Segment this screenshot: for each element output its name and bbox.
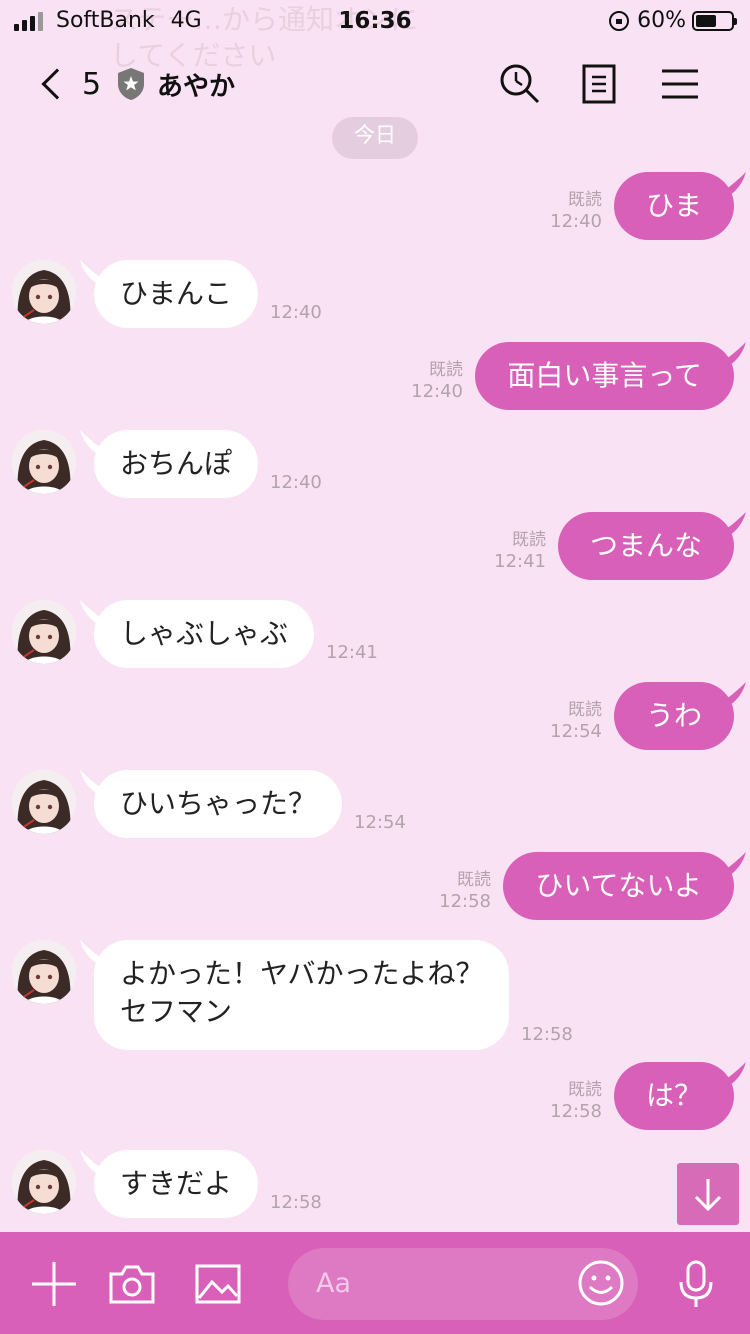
message-meta: 既読 12:54 bbox=[550, 700, 602, 742]
message-time: 12:54 bbox=[354, 812, 406, 833]
message-input[interactable]: Aa bbox=[288, 1248, 638, 1320]
input-toolbar: Aa bbox=[0, 1232, 750, 1334]
message-text-line: セフマン bbox=[120, 995, 233, 1028]
camera-icon[interactable] bbox=[108, 1260, 156, 1308]
message-time: 12:40 bbox=[270, 302, 322, 323]
battery-percent: 60% bbox=[637, 8, 686, 33]
plus-icon[interactable] bbox=[30, 1260, 78, 1308]
microphone-icon[interactable] bbox=[672, 1260, 720, 1308]
avatar[interactable] bbox=[12, 770, 76, 834]
chat-title: あやか bbox=[157, 72, 236, 102]
message-time: 12:41 bbox=[494, 551, 546, 572]
message-meta: 既読 12:41 bbox=[494, 530, 546, 572]
search-icon[interactable] bbox=[498, 62, 542, 106]
message-meta: 既読 12:40 bbox=[411, 360, 463, 402]
notes-icon[interactable] bbox=[578, 62, 622, 106]
read-receipt: 既読 bbox=[568, 700, 602, 720]
message-time: 12:58 bbox=[270, 1192, 322, 1213]
message-bubble[interactable]: ひま bbox=[613, 172, 734, 240]
read-receipt: 既読 bbox=[512, 530, 546, 550]
message-time: 12:58 bbox=[439, 891, 491, 912]
message-bubble[interactable]: ひまんこ bbox=[94, 260, 259, 328]
message-bubble[interactable]: うわ bbox=[613, 682, 734, 750]
message-bubble[interactable]: よかった！ヤバかったよね？ セフマン bbox=[94, 940, 510, 1050]
status-bar: SoftBank 4G 16:36 60% bbox=[0, 0, 750, 42]
message-time: 12:40 bbox=[411, 381, 463, 402]
menu-icon[interactable] bbox=[658, 62, 702, 106]
avatar[interactable] bbox=[12, 260, 76, 324]
read-receipt: 既読 bbox=[568, 1080, 602, 1100]
battery-fill bbox=[696, 14, 717, 27]
chat-header: 5 あやか bbox=[0, 48, 750, 120]
back-button[interactable]: 5 bbox=[38, 62, 101, 106]
official-badge-icon bbox=[118, 68, 144, 100]
scroll-down-button[interactable] bbox=[677, 1163, 739, 1225]
read-receipt: 既読 bbox=[429, 360, 463, 380]
message-time: 12:40 bbox=[270, 472, 322, 493]
message-bubble[interactable]: つまんな bbox=[557, 512, 734, 580]
message-bubble[interactable]: 面白い事言って bbox=[475, 342, 734, 410]
unread-count: 5 bbox=[82, 66, 102, 102]
read-receipt: 既読 bbox=[457, 870, 491, 890]
message-bubble[interactable]: ひいてないよ bbox=[503, 852, 734, 920]
message-bubble[interactable]: ひいちゃった？ bbox=[94, 770, 343, 838]
message-time: 12:40 bbox=[550, 211, 602, 232]
avatar[interactable] bbox=[12, 1150, 76, 1214]
message-time: 12:58 bbox=[521, 1024, 573, 1045]
message-bubble[interactable]: しゃぶしゃぶ bbox=[94, 600, 315, 668]
message-bubble[interactable]: おちんぽ bbox=[94, 430, 259, 498]
rotation-lock-icon bbox=[609, 10, 630, 31]
message-time: 12:58 bbox=[550, 1101, 602, 1122]
message-bubble[interactable]: は？ bbox=[613, 1062, 734, 1130]
avatar[interactable] bbox=[12, 430, 76, 494]
status-right: 60% bbox=[609, 8, 737, 33]
message-meta: 既読 12:40 bbox=[550, 190, 602, 232]
battery-icon bbox=[692, 10, 737, 31]
message-input-placeholder: Aa bbox=[316, 1268, 352, 1299]
message-time: 12:54 bbox=[550, 721, 602, 742]
chevron-left-icon bbox=[41, 68, 73, 100]
read-receipt: 既読 bbox=[568, 190, 602, 210]
message-meta: 既読 12:58 bbox=[439, 870, 491, 912]
image-icon[interactable] bbox=[194, 1260, 242, 1308]
emoji-icon[interactable] bbox=[576, 1258, 626, 1308]
avatar[interactable] bbox=[12, 600, 76, 664]
date-separator: 今日 bbox=[332, 117, 418, 159]
message-time: 12:41 bbox=[326, 642, 378, 663]
message-meta: 既読 12:58 bbox=[550, 1080, 602, 1122]
message-text-line: よかった！ヤバかったよね？ bbox=[120, 957, 484, 990]
avatar[interactable] bbox=[12, 940, 76, 1004]
message-bubble[interactable]: すきだよ bbox=[94, 1150, 259, 1218]
